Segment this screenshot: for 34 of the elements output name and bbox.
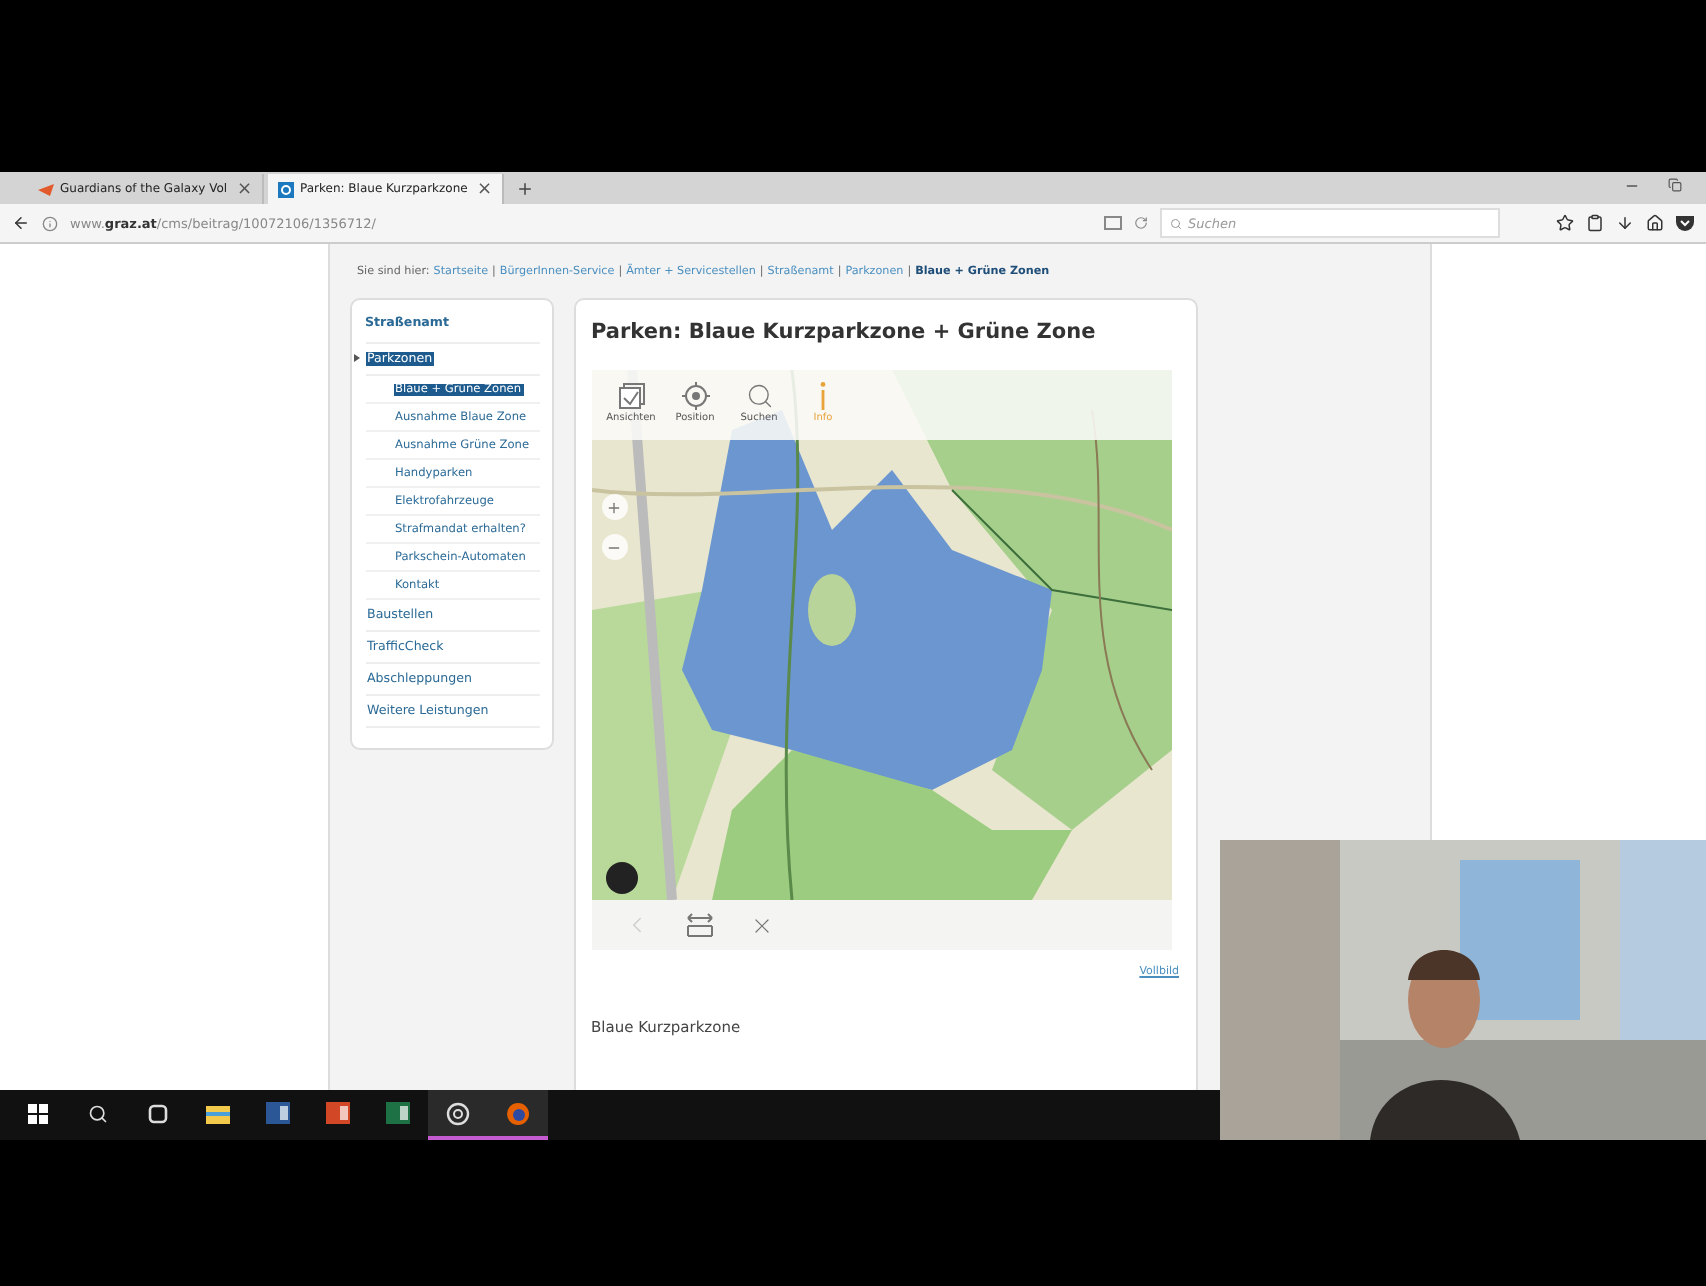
map-nav-button[interactable] — [685, 912, 713, 938]
page-title: Parken: Blaue Kurzparkzone + Grüne Zone — [591, 320, 1098, 344]
bookmark-star-icon — [1556, 214, 1574, 232]
location-target-icon — [681, 382, 709, 410]
plus-icon — [606, 499, 622, 515]
aperture-icon — [446, 1101, 470, 1125]
document-app-icon — [266, 1102, 290, 1124]
download-icon — [1616, 214, 1634, 232]
spreadsheet-app-icon — [386, 1102, 410, 1124]
restore-icon — [1668, 177, 1682, 191]
task-view-icon — [148, 1103, 168, 1123]
folder-icon — [206, 1103, 230, 1123]
site-favicon-icon — [38, 183, 54, 195]
clipboard-icon — [1586, 214, 1604, 232]
layers-icon — [617, 382, 645, 410]
pocket-icon — [1676, 214, 1694, 232]
new-tab-icon — [516, 180, 534, 198]
tab-close-button[interactable]: × — [476, 179, 492, 199]
info-icon — [42, 215, 58, 231]
home-icon — [1646, 214, 1664, 232]
info-icon — [820, 382, 826, 410]
windows-icon — [28, 1103, 48, 1123]
search-icon — [745, 382, 773, 410]
slides-app-icon — [326, 1102, 350, 1124]
taskbar-button[interactable] — [428, 1090, 488, 1140]
search-icon — [1170, 217, 1182, 229]
reader-view-icon — [1104, 216, 1122, 230]
reload-icon — [1134, 216, 1148, 230]
browser-globe-icon — [506, 1101, 530, 1125]
search-icon — [88, 1103, 108, 1123]
back-icon — [12, 214, 30, 232]
tab-close-button[interactable]: × — [236, 179, 252, 199]
site-favicon-icon — [278, 181, 294, 197]
resize-arrows-icon — [685, 912, 713, 938]
